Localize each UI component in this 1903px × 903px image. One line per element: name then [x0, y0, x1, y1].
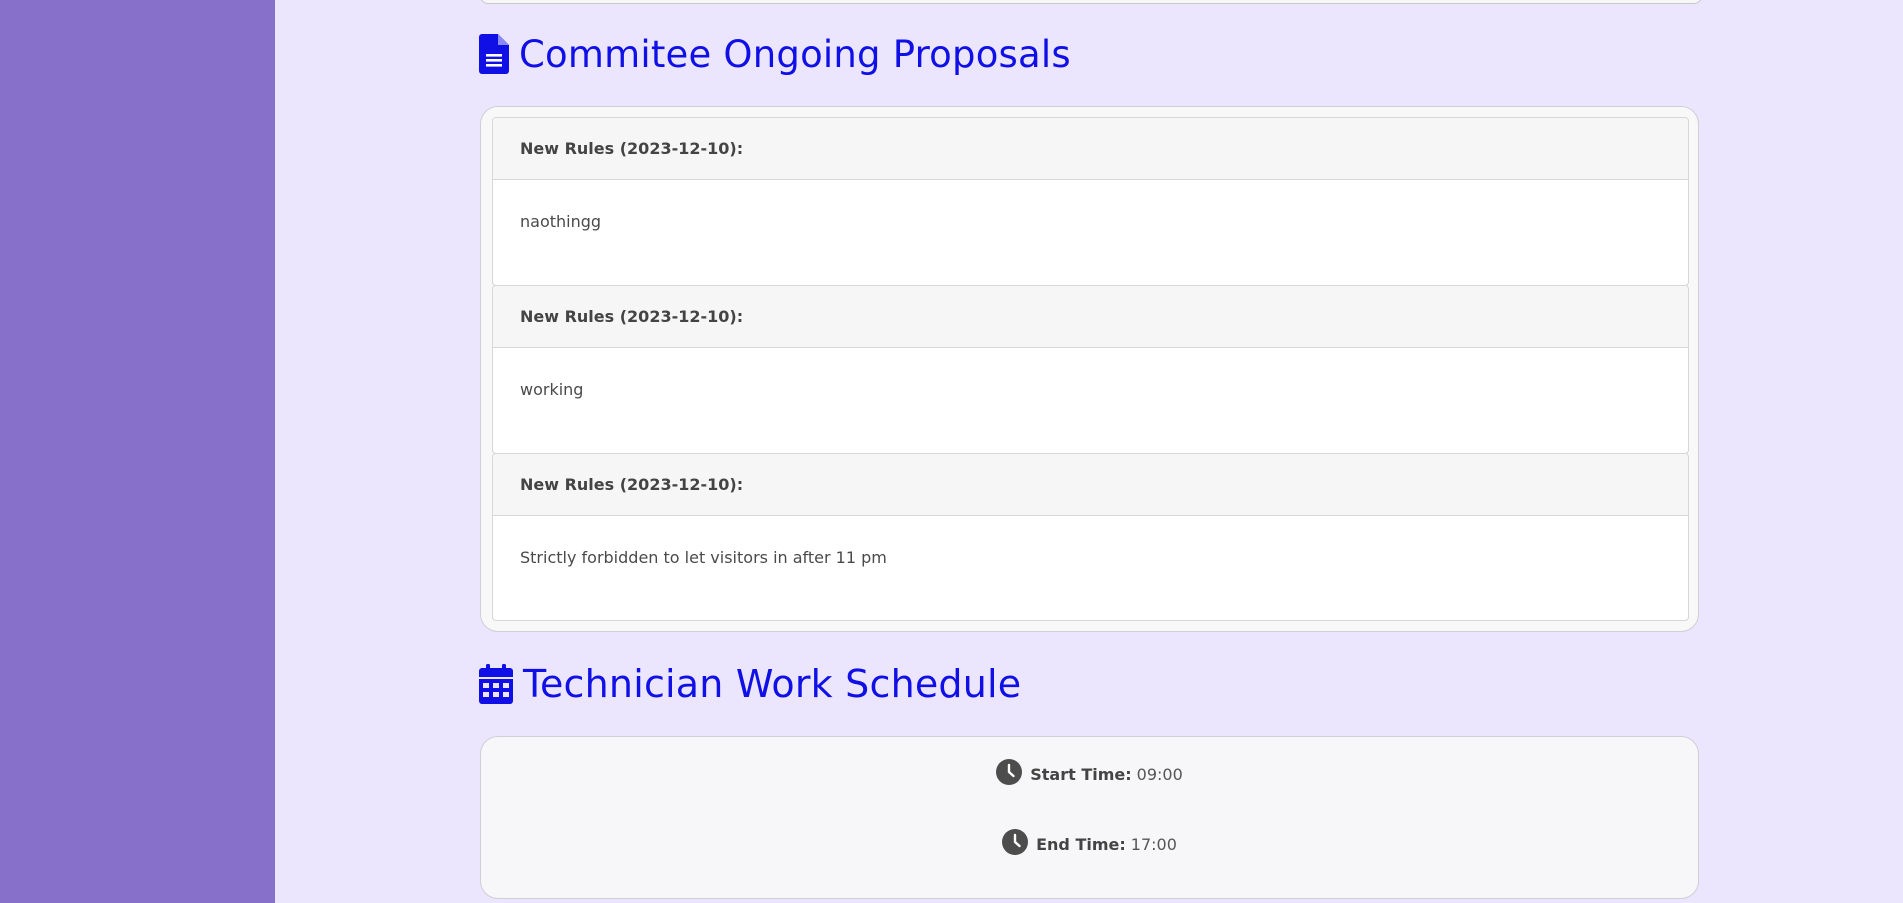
- end-time-value: 17:00: [1130, 834, 1177, 854]
- proposal-item: New Rules (2023-12-10): naothingg: [492, 117, 1689, 286]
- schedule-title-text: Technician Work Schedule: [523, 662, 1022, 706]
- proposal-heading: New Rules (2023-12-10):: [493, 454, 1688, 516]
- proposal-body: naothingg: [520, 212, 602, 231]
- proposal-body: working: [520, 380, 584, 399]
- proposal-item: New Rules (2023-12-10): working: [492, 285, 1689, 454]
- start-time-label: Start Time:: [1030, 764, 1132, 784]
- proposals-section-title: Commitee Ongoing Proposals: [479, 28, 1071, 80]
- calendar-icon: [479, 664, 513, 704]
- previous-section-card: [480, 0, 1702, 4]
- clock-icon: [1002, 829, 1029, 859]
- proposals-title-text: Commitee Ongoing Proposals: [519, 32, 1071, 76]
- start-time-row: Start Time: 09:00: [481, 759, 1698, 789]
- start-time-value: 09:00: [1136, 764, 1183, 784]
- clock-icon: [996, 759, 1023, 789]
- proposal-heading: New Rules (2023-12-10):: [493, 286, 1688, 348]
- end-time-row: End Time: 17:00: [481, 829, 1698, 859]
- proposals-card: New Rules (2023-12-10): naothingg New Ru…: [480, 106, 1699, 632]
- sidebar: [0, 0, 275, 903]
- proposal-body: Strictly forbidden to let visitors in af…: [520, 548, 887, 567]
- schedule-card: Start Time: 09:00 End Time: 17:00: [480, 736, 1699, 899]
- file-text-icon: [479, 34, 509, 74]
- end-time-label: End Time:: [1036, 834, 1126, 854]
- schedule-section-title: Technician Work Schedule: [479, 656, 1021, 712]
- proposal-item: New Rules (2023-12-10): Strictly forbidd…: [492, 453, 1689, 621]
- proposal-heading: New Rules (2023-12-10):: [493, 118, 1688, 180]
